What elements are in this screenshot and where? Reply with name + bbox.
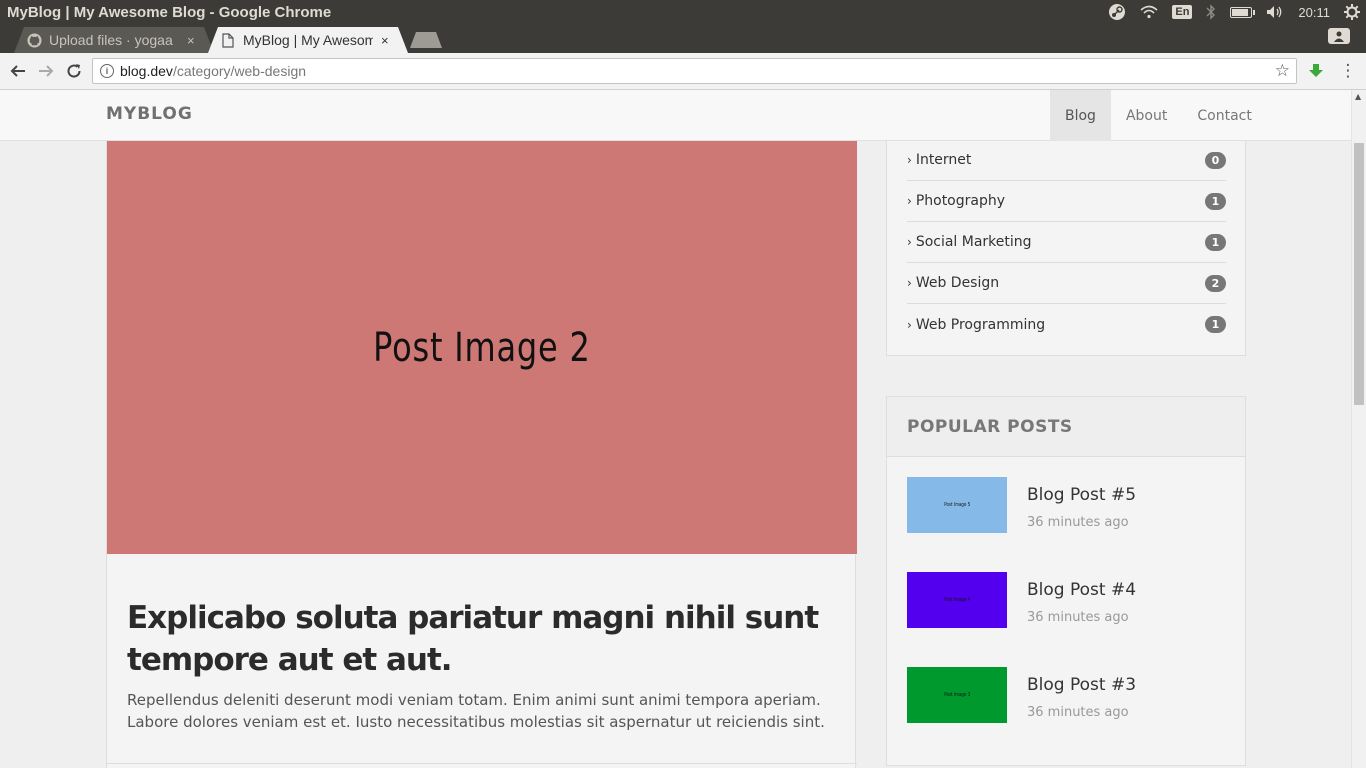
category-label: › Internet <box>907 152 971 168</box>
settings-gear-icon[interactable] <box>1344 4 1360 20</box>
page-scrollbar[interactable]: ▲ <box>1351 90 1366 768</box>
post-thumbnail[interactable]: Post Image 4 <box>907 572 1007 628</box>
forward-arrow-icon[interactable] <box>35 60 57 82</box>
nav-blog[interactable]: Blog <box>1050 90 1111 141</box>
tab-upload-files[interactable]: Upload files · yogaa × <box>14 27 214 53</box>
address-bar[interactable]: i blog.dev/category/web-design ☆ <box>92 58 1297 84</box>
post-image[interactable]: Post Image 2 <box>107 141 857 554</box>
battery-level-fill <box>1232 8 1249 16</box>
category-item[interactable]: › Web Programming 1 <box>907 304 1226 345</box>
thumbnail-label: Post Image 5 <box>943 502 970 508</box>
nav-contact[interactable]: Contact <box>1182 90 1266 141</box>
post-image-label: Post Image 2 <box>373 324 591 371</box>
browser-toolbar: i blog.dev/category/web-design ☆ ⋮ <box>0 53 1366 90</box>
close-icon[interactable]: × <box>381 33 389 48</box>
clock[interactable]: 20:11 <box>1298 5 1330 20</box>
category-name: Internet <box>915 152 972 168</box>
wifi-icon[interactable] <box>1140 5 1158 19</box>
page-viewport: MYBLOG Blog About Contact Post Image 2 E… <box>0 90 1366 768</box>
categories-panel: › Internet 0 › Photography 1 › Social Marke… <box>886 140 1246 356</box>
category-label: › Social Marketing <box>907 234 1032 250</box>
popular-post-item[interactable]: Post Image 3 Blog Post #3 36 minutes ago <box>907 667 1227 723</box>
category-name: Web Design <box>915 275 1000 291</box>
thumbnail-label: Post Image 4 <box>943 597 970 603</box>
post-thumbnail[interactable]: Post Image 3 <box>907 667 1007 723</box>
popular-posts-panel: POPULAR POSTS Post Image 5 Blog Post #5 … <box>886 396 1246 766</box>
github-icon <box>26 32 42 48</box>
tab-strip: Upload files · yogaa × MyBlog | My Aweso… <box>0 24 1366 53</box>
divider <box>107 763 857 764</box>
popular-post-time: 36 minutes ago <box>1027 515 1129 530</box>
site-info-icon[interactable]: i <box>100 64 114 78</box>
category-item[interactable]: › Internet 0 <box>907 140 1226 181</box>
count-badge: 0 <box>1205 151 1226 169</box>
chevron-right-icon: › <box>907 153 912 167</box>
scroll-thumb[interactable] <box>1354 143 1364 405</box>
thumbnail-label: Post Image 3 <box>943 692 970 698</box>
chevron-right-icon: › <box>907 235 912 249</box>
keyboard-layout-indicator[interactable]: En <box>1172 5 1193 19</box>
nav-links: Blog About Contact <box>1050 90 1267 141</box>
volume-icon[interactable] <box>1266 5 1284 19</box>
url-host: blog.dev <box>120 63 173 79</box>
page-icon <box>220 32 236 48</box>
os-top-panel: MyBlog | My Awesome Blog - Google Chrome… <box>0 0 1366 24</box>
back-arrow-icon[interactable] <box>7 60 29 82</box>
category-label: › Web Programming <box>907 317 1045 333</box>
popular-post-item[interactable]: Post Image 5 Blog Post #5 36 minutes ago <box>907 477 1227 533</box>
url-path: /category/web-design <box>172 63 307 79</box>
battery-icon[interactable] <box>1230 6 1256 18</box>
post-excerpt: Repellendus deleniti deserunt modi venia… <box>127 691 825 731</box>
popular-post-title[interactable]: Blog Post #5 <box>1027 485 1136 505</box>
new-tab-button[interactable] <box>410 32 442 48</box>
post-title[interactable]: Explicabo soluta pariatur magni nihil su… <box>127 597 827 681</box>
chevron-right-icon: › <box>907 317 912 332</box>
window-title: MyBlog | My Awesome Blog - Google Chrome <box>7 3 332 21</box>
steam-icon[interactable] <box>1108 3 1126 21</box>
tab-label: MyBlog | My Awesom <box>243 32 373 48</box>
profile-icon[interactable] <box>1328 28 1350 44</box>
bluetooth-icon[interactable] <box>1206 4 1216 20</box>
reload-icon[interactable] <box>63 60 85 82</box>
count-badge: 1 <box>1205 192 1226 210</box>
tab-myblog[interactable]: MyBlog | My Awesom × <box>208 27 408 53</box>
category-item[interactable]: › Social Marketing 1 <box>907 222 1226 263</box>
count-badge: 1 <box>1205 233 1226 251</box>
popular-post-title[interactable]: Blog Post #4 <box>1027 580 1136 600</box>
bookmark-star-icon[interactable]: ☆ <box>1275 61 1290 81</box>
panel-title: POPULAR POSTS <box>907 417 1073 437</box>
close-icon[interactable]: × <box>187 33 195 48</box>
popular-post-title[interactable]: Blog Post #3 <box>1027 675 1136 695</box>
popular-post-time: 36 minutes ago <box>1027 610 1129 625</box>
download-extension-icon[interactable] <box>1306 61 1326 81</box>
category-name: Photography <box>915 193 1006 209</box>
site-brand[interactable]: MYBLOG <box>106 104 193 124</box>
category-label: › Photography <box>907 193 1005 209</box>
count-badge: 1 <box>1205 316 1226 333</box>
more-menu-icon[interactable]: ⋮ <box>1338 61 1358 81</box>
post-card: Post Image 2 Explicabo soluta pariatur m… <box>106 140 857 768</box>
post-thumbnail[interactable]: Post Image 5 <box>907 477 1007 533</box>
category-item[interactable]: › Photography 1 <box>907 181 1226 222</box>
category-name: Social Marketing <box>915 234 1032 250</box>
tab-label: Upload files · yogaa <box>49 32 173 48</box>
chevron-right-icon: › <box>907 194 912 208</box>
chevron-right-icon: › <box>907 276 912 290</box>
popular-post-item[interactable]: Post Image 4 Blog Post #4 36 minutes ago <box>907 572 1227 628</box>
system-indicators: En 20:11 <box>1108 0 1360 24</box>
nav-about[interactable]: About <box>1111 90 1182 141</box>
category-item[interactable]: › Web Design 2 <box>907 263 1226 304</box>
category-label: › Web Design <box>907 275 999 291</box>
category-name: Web Programming <box>915 316 1046 333</box>
site-navbar: MYBLOG Blog About Contact <box>0 90 1351 141</box>
count-badge: 2 <box>1205 274 1226 292</box>
panel-header: POPULAR POSTS <box>887 397 1245 457</box>
scroll-up-arrow-icon[interactable]: ▲ <box>1355 92 1361 101</box>
popular-post-time: 36 minutes ago <box>1027 705 1129 720</box>
